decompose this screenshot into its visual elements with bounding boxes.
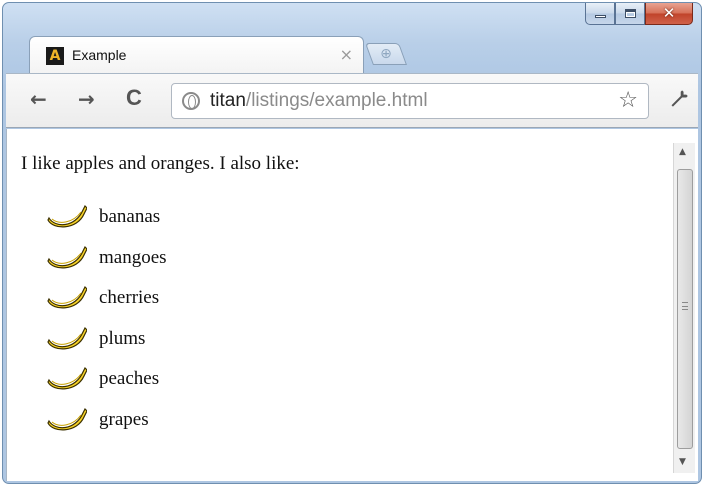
list-item: cherries <box>47 278 300 319</box>
list-item: grapes <box>47 400 300 441</box>
reload-button[interactable]: C <box>126 87 142 109</box>
banana-icon <box>47 367 87 390</box>
browser-toolbar: ← → C titan/listings/example.html ☆ <box>6 73 698 128</box>
globe-icon <box>182 92 200 110</box>
scroll-up-arrow-icon[interactable]: ▲ <box>679 147 686 157</box>
list-item-label: cherries <box>99 287 160 309</box>
window-controls: ✕ <box>585 3 693 27</box>
scrollbar-thumb[interactable] <box>677 169 693 449</box>
intro-paragraph: I like apples and oranges. I also like: <box>21 153 300 174</box>
plus-icon: ⊕ <box>380 46 392 62</box>
bookmark-star-icon[interactable]: ☆ <box>618 88 638 113</box>
forward-button[interactable]: → <box>78 89 95 109</box>
minimize-button[interactable] <box>585 3 615 25</box>
back-button[interactable]: ← <box>30 89 47 109</box>
new-tab-button[interactable]: ⊕ <box>364 43 408 65</box>
page-content: I like apples and oranges. I also like: … <box>21 153 300 440</box>
list-item-label: bananas <box>99 206 161 228</box>
address-bar[interactable]: titan/listings/example.html ☆ <box>171 83 649 119</box>
list-item: plums <box>47 319 300 360</box>
maximize-icon <box>624 9 636 18</box>
list-item-label: peaches <box>99 368 160 390</box>
list-item-label: plums <box>99 327 146 349</box>
url-text: titan/listings/example.html <box>210 90 428 112</box>
scroll-down-arrow-icon[interactable]: ▼ <box>679 457 686 467</box>
maximize-button[interactable] <box>615 3 645 25</box>
tab-close-button[interactable]: × <box>340 45 353 64</box>
minimize-icon <box>594 15 606 18</box>
close-icon: ✕ <box>662 4 676 22</box>
list-item: peaches <box>47 359 300 400</box>
banana-icon <box>47 245 87 269</box>
scrollbar-grip-icon <box>682 302 688 310</box>
list-item: bananas <box>47 197 300 238</box>
list-item-label: grapes <box>99 408 149 430</box>
banana-icon <box>47 286 87 309</box>
close-window-button[interactable]: ✕ <box>645 3 693 25</box>
list-item-label: mangoes <box>99 246 167 268</box>
url-path: /listings/example.html <box>245 90 428 111</box>
banana-icon <box>47 326 87 350</box>
vertical-scrollbar[interactable]: ▲ ▼ <box>673 143 695 473</box>
browser-window: ✕ A Example × ⊕ ← → C titan/listings/exa… <box>2 2 702 484</box>
fruit-list: bananas mangoes cherries plums peaches g… <box>21 197 300 440</box>
banana-icon <box>47 407 87 431</box>
page-viewport: I like apples and oranges. I also like: … <box>6 129 698 481</box>
tab-title: Example <box>72 47 127 63</box>
wrench-glyph <box>671 90 688 107</box>
favicon-icon: A <box>46 47 64 65</box>
banana-icon <box>47 205 87 228</box>
tab-example[interactable]: A Example × <box>29 36 364 74</box>
wrench-icon[interactable] <box>661 82 699 120</box>
list-item: mangoes <box>47 238 300 279</box>
url-host: titan <box>210 90 246 111</box>
